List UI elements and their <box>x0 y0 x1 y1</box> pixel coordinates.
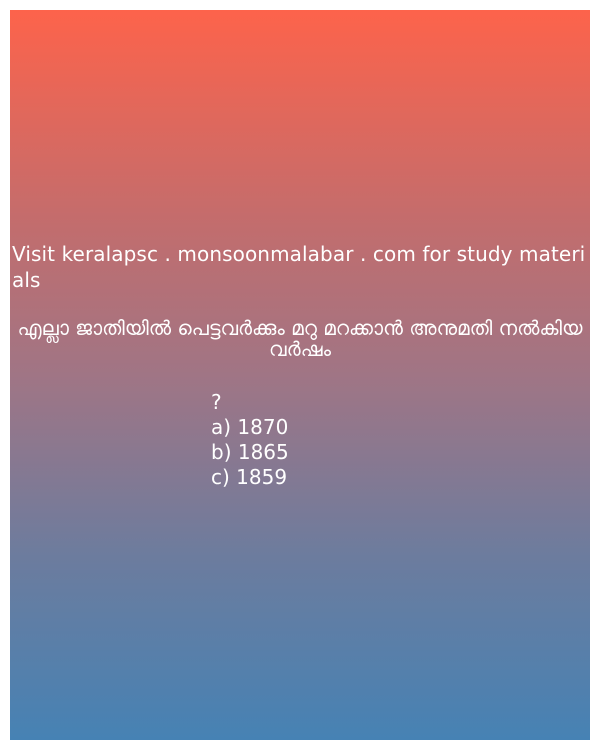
option-c: c) 1859 <box>211 465 288 489</box>
question-text: എല്ലാ ജാതിയിൽ പെട്ടവർക്കും മറു മറക്കാൻ അ… <box>17 316 583 361</box>
option-b: b) 1865 <box>211 440 289 464</box>
question-mark: ? <box>211 390 222 414</box>
question-card: Visit keralapsc . monsoonmalabar . com f… <box>10 10 590 740</box>
site-promo-text: Visit keralapsc . monsoonmalabar . com f… <box>12 242 586 292</box>
option-a: a) 1870 <box>211 415 289 439</box>
options-list: a) 1870 b) 1865 c) 1859 <box>211 415 289 490</box>
